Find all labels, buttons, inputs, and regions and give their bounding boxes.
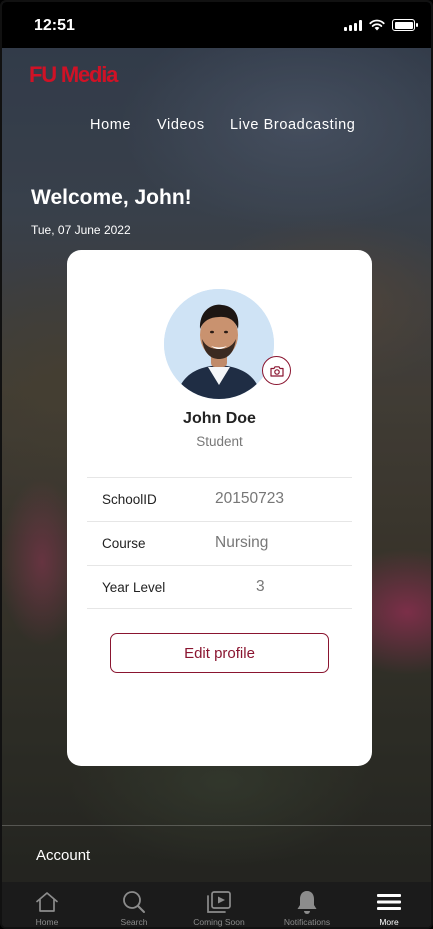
status-bar: 12:51 [2, 2, 431, 48]
tab-coming-soon[interactable]: Coming Soon [176, 882, 262, 927]
app-logo[interactable]: FU Media [29, 62, 118, 88]
bottom-tab-bar: Home Search Coming Soon Notifications Mo… [2, 882, 431, 927]
change-photo-button[interactable] [262, 356, 291, 385]
battery-icon [392, 19, 418, 31]
video-library-icon [207, 891, 231, 913]
detail-label: Course [102, 536, 146, 551]
status-time: 12:51 [34, 17, 75, 34]
detail-row-school-id: SchoolID 20150723 [87, 477, 352, 521]
bell-icon [297, 891, 317, 914]
menu-icon [377, 894, 401, 910]
tab-search[interactable]: Search [91, 882, 177, 927]
wifi-icon [369, 19, 385, 31]
detail-row-course: Course Nursing [87, 521, 352, 565]
detail-value: Nursing [215, 534, 269, 551]
cellular-signal-icon [344, 19, 362, 31]
account-menu-item[interactable]: Account [36, 847, 90, 864]
detail-row-year-level: Year Level 3 [87, 565, 352, 609]
app-screen: 12:51 FU Media Home Videos Live Broadcas… [0, 0, 433, 929]
profile-card: John Doe Student SchoolID 20150723 Cours… [67, 250, 372, 766]
detail-value: 3 [256, 578, 265, 595]
tab-label: Home [35, 917, 59, 927]
edit-profile-button[interactable]: Edit profile [110, 633, 329, 673]
tab-label: Coming Soon [193, 917, 245, 927]
detail-value: 20150723 [215, 490, 284, 507]
tab-notifications[interactable]: Notifications [264, 882, 350, 927]
nav-home[interactable]: Home [90, 117, 131, 133]
tab-label: Notifications [283, 917, 331, 927]
current-date: Tue, 07 June 2022 [31, 223, 131, 237]
welcome-heading: Welcome, John! [31, 186, 192, 209]
detail-label: Year Level [102, 580, 166, 595]
detail-label: SchoolID [102, 492, 157, 507]
tab-label: More [379, 917, 399, 927]
nav-videos[interactable]: Videos [157, 117, 205, 133]
nav-live-broadcasting[interactable]: Live Broadcasting [230, 117, 355, 133]
tab-more[interactable]: More [346, 882, 431, 927]
tab-label: Search [120, 917, 148, 927]
tab-home[interactable]: Home [4, 882, 90, 927]
home-icon [36, 892, 58, 912]
search-icon [123, 891, 145, 913]
camera-icon [269, 365, 284, 377]
divider [2, 825, 431, 826]
profile-details-table: SchoolID 20150723 Course Nursing Year Le… [87, 477, 352, 609]
profile-photo [164, 289, 274, 399]
profile-name: John Doe [183, 410, 256, 427]
avatar [164, 289, 274, 399]
profile-role: Student [196, 434, 243, 449]
